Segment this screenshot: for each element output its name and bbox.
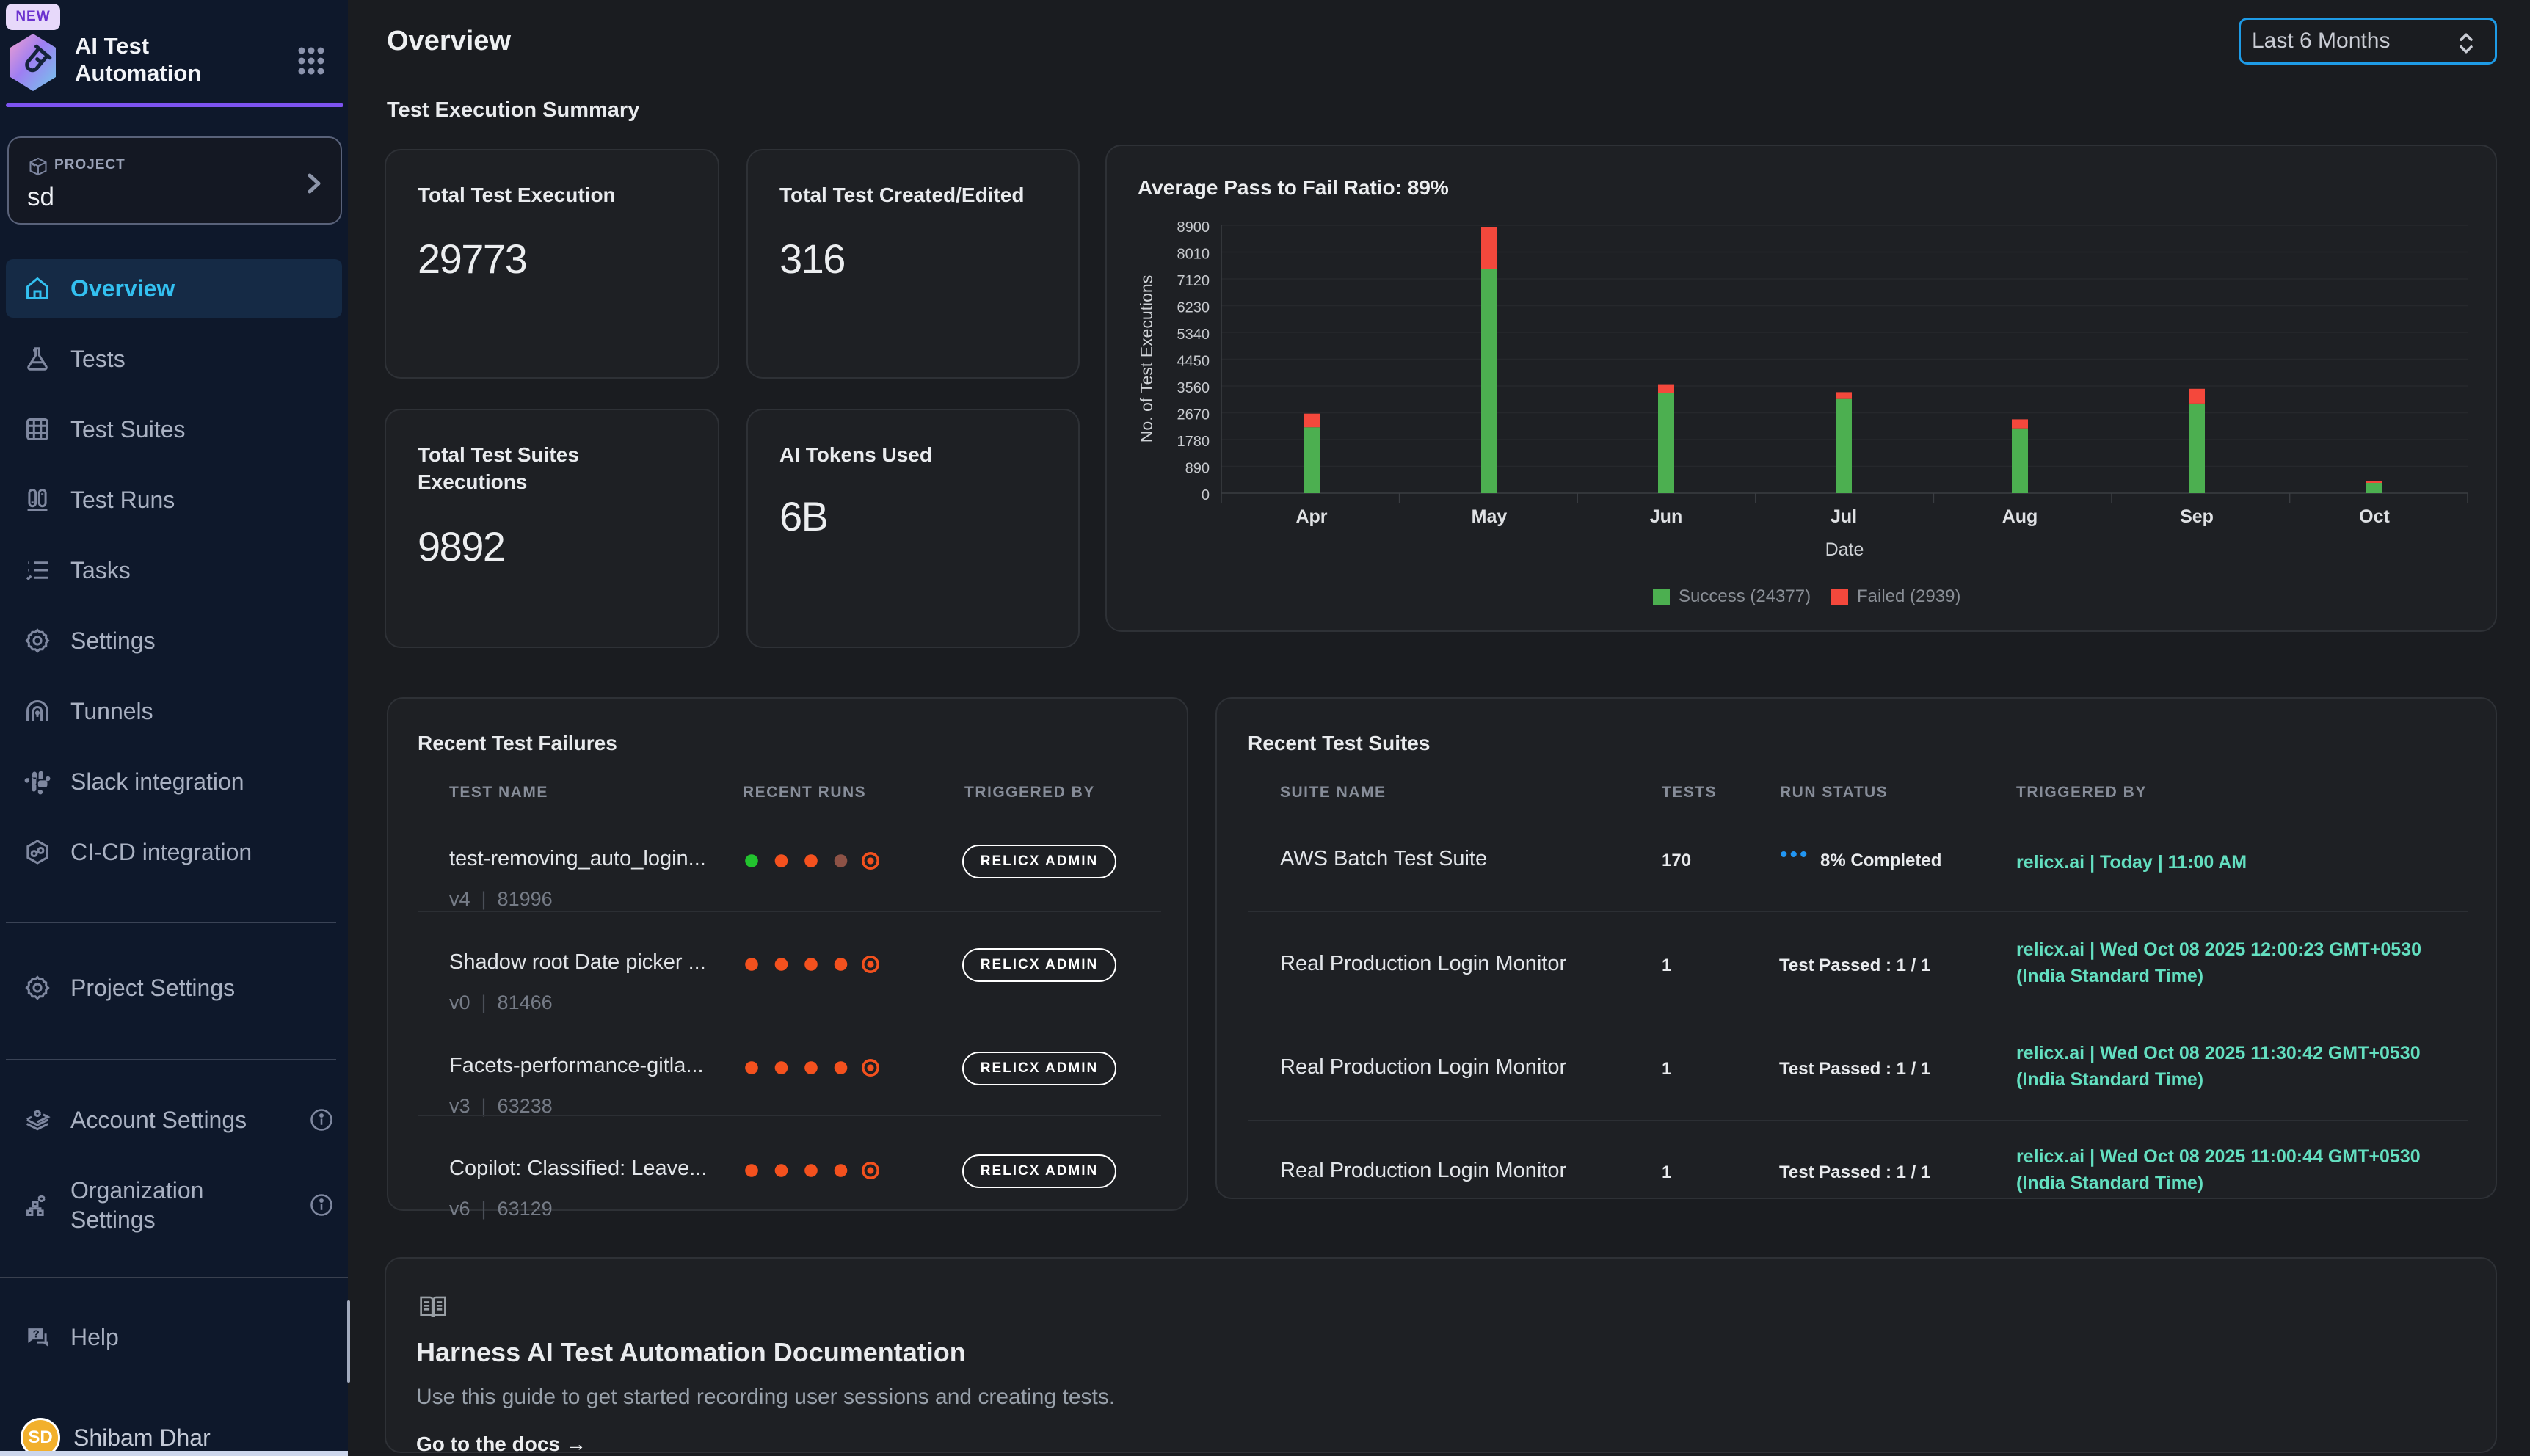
svg-text:Failed (2939): Failed (2939) xyxy=(1857,586,1960,606)
svg-text:2670: 2670 xyxy=(1177,407,1210,423)
svg-text:6230: 6230 xyxy=(1177,300,1210,316)
svg-text:Date: Date xyxy=(1825,539,1864,560)
svg-text:Average Pass to Fail Ratio: 89: Average Pass to Fail Ratio: 89% xyxy=(1138,176,1449,199)
svg-text:Jul: Jul xyxy=(1831,506,1857,527)
svg-text:?: ? xyxy=(33,1328,40,1341)
svg-text:7120: 7120 xyxy=(1177,273,1210,289)
svg-text:Apr: Apr xyxy=(1295,506,1327,527)
svg-text:3560: 3560 xyxy=(1177,380,1210,396)
svg-text:8010: 8010 xyxy=(1177,247,1210,263)
svg-text:Success (24377): Success (24377) xyxy=(1679,586,1811,606)
svg-text:Sep: Sep xyxy=(2180,506,2214,527)
svg-text:May: May xyxy=(1472,506,1508,527)
svg-text:No. of Test Executions: No. of Test Executions xyxy=(1137,275,1156,443)
svg-text:0: 0 xyxy=(1202,487,1210,503)
svg-text:8900: 8900 xyxy=(1177,219,1210,236)
svg-text:5340: 5340 xyxy=(1177,327,1210,343)
svg-text:1780: 1780 xyxy=(1177,434,1210,450)
svg-text:Oct: Oct xyxy=(2359,506,2390,527)
svg-text:4450: 4450 xyxy=(1177,354,1210,370)
svg-text:Jun: Jun xyxy=(1650,506,1682,527)
svg-text:890: 890 xyxy=(1185,461,1210,477)
svg-text:Aug: Aug xyxy=(2002,506,2038,527)
